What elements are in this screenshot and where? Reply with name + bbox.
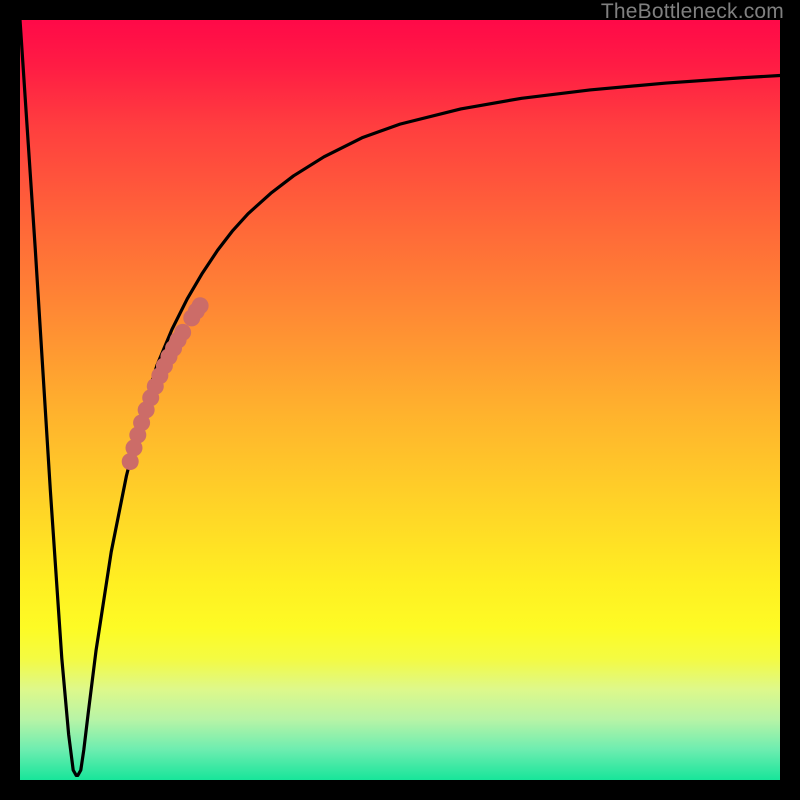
highlighted-points	[122, 297, 209, 470]
chart-svg	[20, 20, 780, 780]
plot-area	[20, 20, 780, 780]
chart-frame: TheBottleneck.com	[0, 0, 800, 800]
marker-point	[192, 297, 209, 314]
bottleneck-curve	[20, 20, 780, 775]
marker-point	[174, 324, 191, 341]
